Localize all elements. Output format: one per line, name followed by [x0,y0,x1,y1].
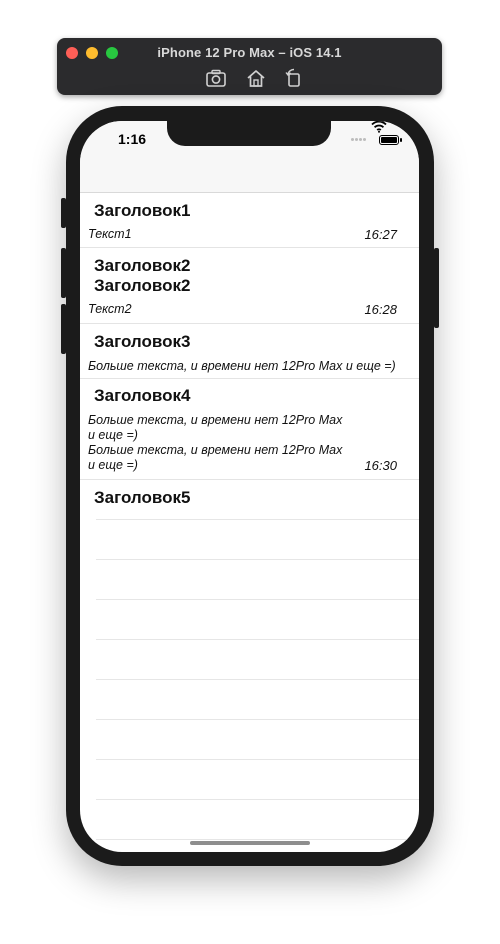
home-indicator[interactable] [190,841,310,845]
row-title: Заголовок5 [94,488,191,507]
empty-row-separator [96,719,419,720]
wifi-icon [371,121,387,133]
notch [167,121,331,146]
volume-up-button [61,248,66,298]
table-row[interactable]: Заголовок2 Заголовок2 Текст2 16:28 [80,248,419,324]
empty-row-separator [96,519,419,520]
simulator-title: iPhone 12 Pro Max – iOS 14.1 [157,45,342,60]
row-text: Больше текста, и времени нет 12Pro Max и… [88,413,343,472]
row-text: Больше текста, и времени нет 12Pro Max и… [88,359,396,373]
row-text: Текст2 [88,302,132,316]
row-time: 16:27 [364,227,397,242]
row-title: Заголовок1 [94,201,191,220]
empty-row-separator [96,679,419,680]
row-title: Заголовок2 Заголовок2 [94,256,191,295]
power-button [434,248,439,328]
volume-down-button [61,304,66,354]
status-time: 1:16 [118,131,147,147]
empty-row-separator [96,639,419,640]
empty-row-separator [96,799,419,800]
row-text: Текст1 [88,227,132,241]
device-screen: 1:16 Заголовок1 Текст1 16:27 Заголовок2 … [80,121,419,852]
empty-row-separator [96,599,419,600]
table-row[interactable]: Заголовок3 Больше текста, и времени нет … [80,324,419,379]
table-row[interactable]: Заголовок1 Текст1 16:27 [80,193,419,248]
cellular-signal-icon [351,128,367,141]
row-time: 16:28 [364,302,397,317]
empty-row-separator [96,839,419,840]
table-row[interactable]: Заголовок5 [80,480,419,520]
home-icon[interactable] [245,68,267,88]
screenshot-icon[interactable] [205,68,227,88]
empty-row-separator [96,759,419,760]
empty-row-separator [96,559,419,560]
row-title: Заголовок4 [94,386,191,405]
mute-switch [61,198,66,228]
simulator-title-bar: iPhone 12 Pro Max – iOS 14.1 [57,38,442,95]
rotate-icon[interactable] [283,68,305,88]
row-title: Заголовок3 [94,332,191,351]
row-time: 16:30 [364,458,397,473]
table-view: Заголовок1 Текст1 16:27 Заголовок2 Загол… [80,193,419,520]
table-row[interactable]: Заголовок4 Больше текста, и времени нет … [80,379,419,480]
battery-icon [379,135,402,145]
